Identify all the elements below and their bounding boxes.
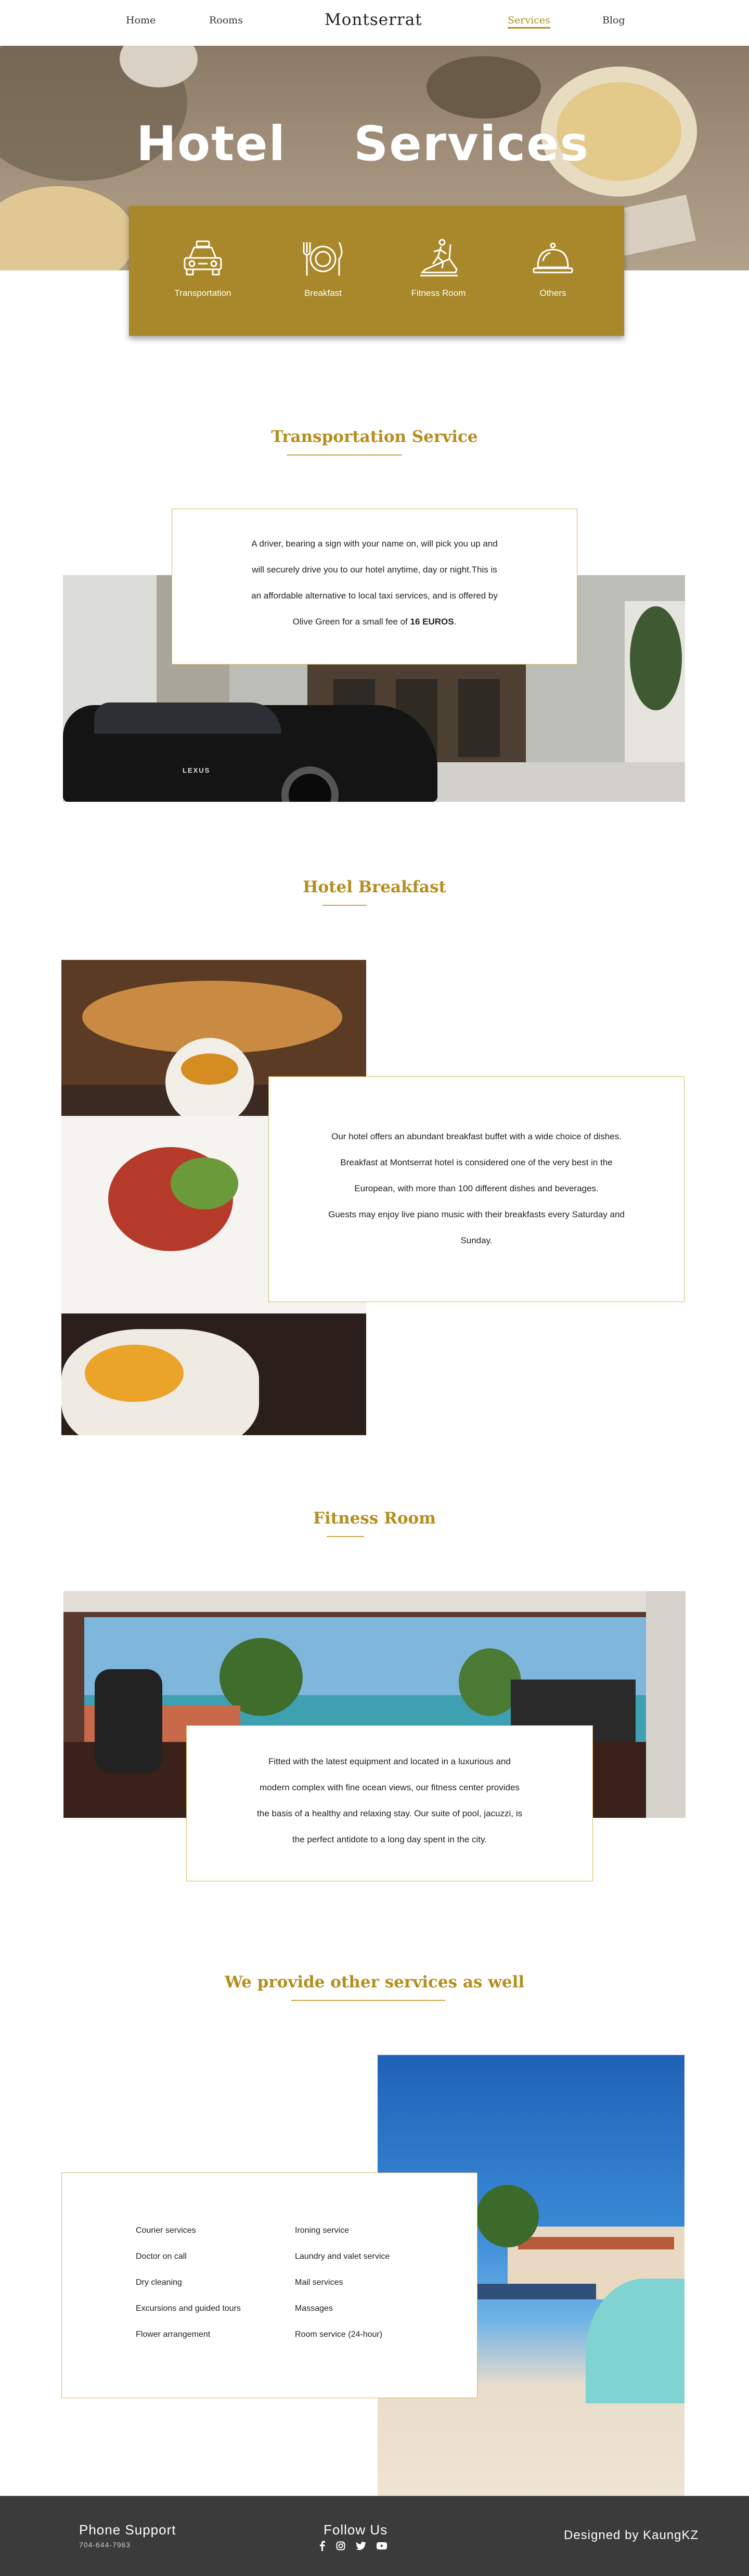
nav-home-link[interactable]: Home: [126, 15, 156, 26]
service-label: Fitness Room: [411, 288, 466, 298]
photo-ceiling: [63, 1591, 686, 1612]
transport-line-4: Olive Green for a small fee of 16 EUROS.: [172, 609, 577, 635]
others-title-underline: [291, 2000, 445, 2001]
transport-line-1: A driver, bearing a sign with your name …: [251, 539, 498, 549]
twitter-icon[interactable]: [356, 2542, 366, 2550]
hero-title-hotel: Hotel: [136, 116, 287, 172]
photo-exercise-bike: [95, 1669, 162, 1773]
treadmill-icon: [420, 239, 458, 277]
others-col-1: Courier services Doctor on call Dry clea…: [136, 2218, 281, 2348]
service-label: Breakfast: [304, 288, 342, 298]
photo-car-windows: [94, 702, 281, 734]
phone-support-label: Phone Support: [79, 2522, 176, 2538]
list-item: Laundry and valet service: [295, 2252, 390, 2261]
transport-period: .: [454, 617, 457, 627]
service-fitness-room[interactable]: Fitness Room: [394, 238, 483, 298]
top-navigation: Home Rooms Montserrat Services Blog: [0, 0, 749, 46]
transport-price: 16 EUROS: [410, 617, 454, 627]
footer: Phone Support 704-644-7963 Follow Us Des…: [0, 2496, 749, 2576]
service-label: Transportation: [174, 288, 231, 298]
list-item: Flower arrangement: [136, 2330, 211, 2339]
transport-fee-text: Olive Green for a small fee of: [292, 617, 410, 627]
list-item: Doctor on call: [136, 2252, 187, 2261]
list-item: Ironing service: [295, 2226, 350, 2235]
fitness-line-3: the basis of a healthy and relaxing stay…: [257, 1809, 522, 1818]
car-badge: LEXUS: [183, 766, 211, 774]
fitness-line-4: the perfect antidote to a long day spent…: [292, 1835, 487, 1844]
fitness-line-2: modern complex with fine ocean views, ou…: [260, 1783, 520, 1792]
instagram-icon[interactable]: [336, 2541, 345, 2551]
fitness-title-underline: [327, 1536, 364, 1537]
hero-bg-card: [615, 194, 696, 256]
fitness-line-1: Fitted with the latest equipment and loc…: [268, 1757, 511, 1766]
designer-credit: Designed by KaungKZ: [564, 2528, 699, 2542]
follow-us-label: Follow Us: [324, 2522, 388, 2538]
breakfast-title: Hotel Breakfast: [303, 878, 446, 896]
list-item: Excursions and guided tours: [136, 2304, 241, 2313]
transportation-title-underline: [287, 454, 402, 456]
photo-greens: [171, 1157, 238, 1209]
breakfast-line-4: Guests may enjoy live piano music with t…: [328, 1209, 625, 1219]
photo-door-right: [458, 679, 500, 757]
others-col-2: Ironing service Laundry and valet servic…: [295, 2218, 451, 2348]
social-icons: [318, 2541, 396, 2551]
list-item: Mail services: [295, 2278, 343, 2287]
hero-bg-dish: [427, 56, 541, 119]
youtube-icon[interactable]: [377, 2542, 387, 2549]
service-others[interactable]: Others: [509, 238, 597, 298]
breakfast-line-1: Our hotel offers an abundant breakfast b…: [331, 1131, 622, 1141]
facebook-icon[interactable]: [318, 2541, 326, 2551]
photo-palm-1: [219, 1638, 303, 1716]
breakfast-line-2: Breakfast at Montserrat hotel is conside…: [340, 1157, 613, 1167]
transport-line-2: will securely drive you to our hotel any…: [252, 565, 497, 575]
list-item: Courier services: [136, 2226, 196, 2235]
nav-rooms-link[interactable]: Rooms: [209, 15, 243, 26]
breakfast-line-3: European, with more than 100 different d…: [354, 1183, 599, 1193]
breakfast-line-5: Sunday.: [460, 1235, 493, 1245]
photo-juice-front: [85, 1345, 184, 1402]
hero-title-services: Services: [354, 116, 590, 172]
hero-bg-bread: [0, 186, 135, 270]
others-title: We provide other services as well: [224, 1973, 525, 1992]
others-services-card: Courier services Doctor on call Dry clea…: [61, 2172, 477, 2398]
transport-line-3: an affordable alternative to local taxi …: [251, 591, 498, 601]
fitness-title: Fitness Room: [313, 1509, 436, 1528]
nav-blog-link[interactable]: Blog: [602, 15, 625, 26]
transportation-title: Transportation Service: [271, 427, 478, 446]
transportation-card: A driver, bearing a sign with your name …: [172, 509, 577, 665]
photo-plant: [630, 606, 682, 710]
nav-services-link[interactable]: Services: [508, 15, 550, 29]
service-transportation[interactable]: Transportation: [159, 238, 247, 298]
photo-palm: [476, 2185, 539, 2247]
photo-wall-right: [646, 1591, 686, 1818]
list-item: Massages: [295, 2304, 333, 2313]
list-item: Room service (24-hour): [295, 2330, 383, 2339]
service-bell-icon: [533, 242, 573, 274]
service-label: Others: [539, 288, 566, 298]
list-item: Dry cleaning: [136, 2278, 182, 2287]
taxi-icon: [184, 240, 222, 276]
breakfast-title-underline: [322, 905, 366, 906]
photo-juice: [181, 1053, 238, 1085]
service-breakfast[interactable]: Breakfast: [279, 238, 367, 298]
photo-resort-roof: [518, 2237, 674, 2249]
plate-cutlery-icon: [303, 242, 343, 276]
services-bar: Transportation Breakfast Fitness Room Ot…: [129, 206, 624, 336]
photo-sunbeds: [461, 2284, 596, 2299]
phone-number[interactable]: 704-644-7963: [79, 2541, 131, 2549]
breakfast-card: Our hotel offers an abundant breakfast b…: [268, 1076, 685, 1302]
brand-logo-text[interactable]: Montserrat: [325, 10, 422, 29]
fitness-card: Fitted with the latest equipment and loc…: [186, 1725, 593, 1881]
